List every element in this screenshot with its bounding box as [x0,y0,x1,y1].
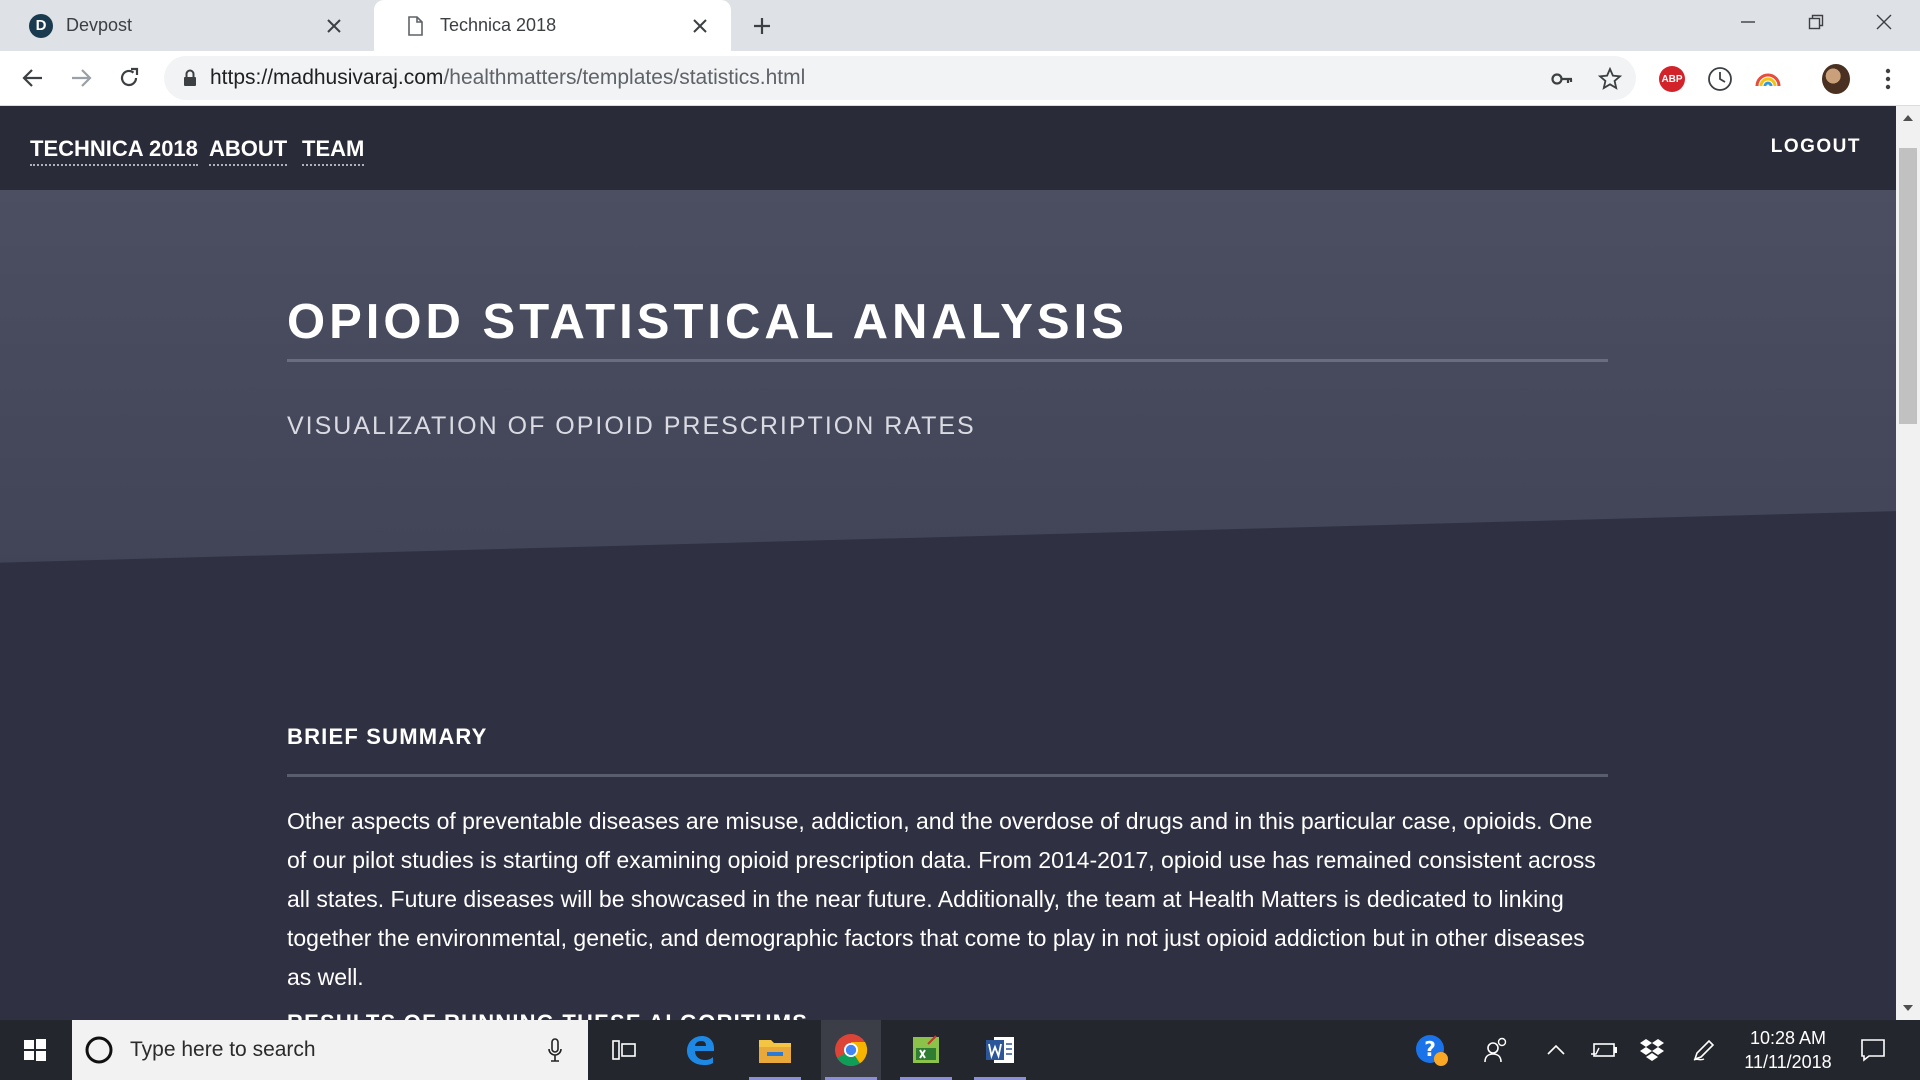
title-divider [287,359,1608,362]
tab-title: Technica 2018 [440,15,557,35]
back-arrow-icon[interactable] [18,63,48,93]
restore-icon[interactable] [1788,6,1844,38]
word-icon[interactable] [970,1020,1030,1080]
new-tab-plus-icon[interactable] [748,12,776,40]
document-icon [402,13,428,39]
svg-text:?: ? [1424,1037,1436,1061]
reload-icon[interactable] [114,63,144,93]
taskbar-clock[interactable]: 10:28 AM 11/11/2018 [1740,1026,1836,1074]
pen-icon[interactable] [1682,1020,1726,1080]
notification-icon[interactable] [1848,1020,1898,1080]
tab-devpost[interactable]: D Devpost [0,0,365,51]
page-viewport: TECHNICA 2018 ABOUT TEAM LOGOUT OPIOD ST… [0,106,1896,1020]
microphone-icon[interactable] [540,1035,570,1065]
close-icon[interactable] [321,13,347,39]
scroll-up-icon[interactable] [1896,108,1920,128]
clock-icon[interactable] [1706,65,1734,93]
page-title: OPIOD STATISTICAL ANALYSIS [287,295,1128,349]
address-bar[interactable]: https://madhusivaraj.com/healthmatters/t… [164,56,1636,100]
site-navbar: TECHNICA 2018 ABOUT TEAM LOGOUT [0,106,1896,190]
tab-technica-2018[interactable]: Technica 2018 [374,0,731,51]
browser-tab-strip: D Devpost Technica 2018 [0,0,1920,51]
scroll-down-icon[interactable] [1896,998,1920,1018]
logout-link[interactable]: LOGOUT [1771,136,1861,158]
nav-link-team[interactable]: TEAM [302,136,365,166]
dropbox-icon[interactable] [1630,1020,1674,1080]
battery-icon[interactable] [1582,1020,1626,1080]
nav-link-about[interactable]: ABOUT [209,136,288,166]
devpost-logo-icon: D [28,13,54,39]
lock-icon[interactable] [180,68,200,88]
tab-title: Devpost [66,15,133,35]
chrome-icon[interactable] [821,1020,881,1080]
star-icon[interactable] [1598,67,1622,91]
page-subtitle: VISUALIZATION OF OPIOID PRESCRIPTION RAT… [287,412,976,440]
nav-link-technica[interactable]: TECHNICA 2018 [30,136,198,166]
cortana-circle-icon [84,1035,114,1065]
summary-paragraph: Other aspects of preventable diseases ar… [287,808,1596,990]
adblock-plus-icon[interactable]: ABP [1658,65,1686,93]
key-icon[interactable] [1550,67,1574,91]
close-icon[interactable] [687,13,713,39]
task-view-icon[interactable] [594,1020,654,1080]
browser-toolbar: https://madhusivaraj.com/healthmatters/t… [0,51,1920,106]
chevron-up-icon[interactable] [1534,1020,1578,1080]
windows-start-icon[interactable] [0,1020,70,1080]
taskbar-search[interactable]: Type here to search [72,1020,588,1080]
clock-time: 10:28 AM [1749,1028,1827,1048]
window-close-icon[interactable] [1856,6,1912,38]
url-text[interactable]: https://madhusivaraj.com/healthmatters/t… [210,66,805,90]
section-heading-summary: BRIEF SUMMARY [287,724,488,749]
minimize-icon[interactable] [1720,6,1776,38]
page-scrollbar[interactable] [1896,106,1920,1020]
rainbow-icon[interactable] [1754,65,1782,93]
windows-taskbar: Type here to search ? 10:28 AM 11/11/201… [0,1020,1920,1080]
people-icon[interactable] [1474,1020,1518,1080]
file-explorer-icon[interactable] [745,1020,805,1080]
menu-icon[interactable] [1874,65,1902,93]
excel-icon[interactable] [896,1020,956,1080]
clock-date: 11/11/2018 [1744,1052,1832,1072]
edge-icon[interactable] [670,1020,730,1080]
section-divider [287,774,1608,777]
help-icon[interactable]: ? [1410,1020,1454,1080]
avatar[interactable] [1822,64,1850,94]
search-placeholder: Type here to search [130,1038,316,1061]
section-heading-results: RESULTS OF RUNNING THESE ALGORITHMS [287,1010,808,1020]
forward-arrow-icon[interactable] [66,63,96,93]
scrollbar-thumb[interactable] [1899,148,1917,424]
